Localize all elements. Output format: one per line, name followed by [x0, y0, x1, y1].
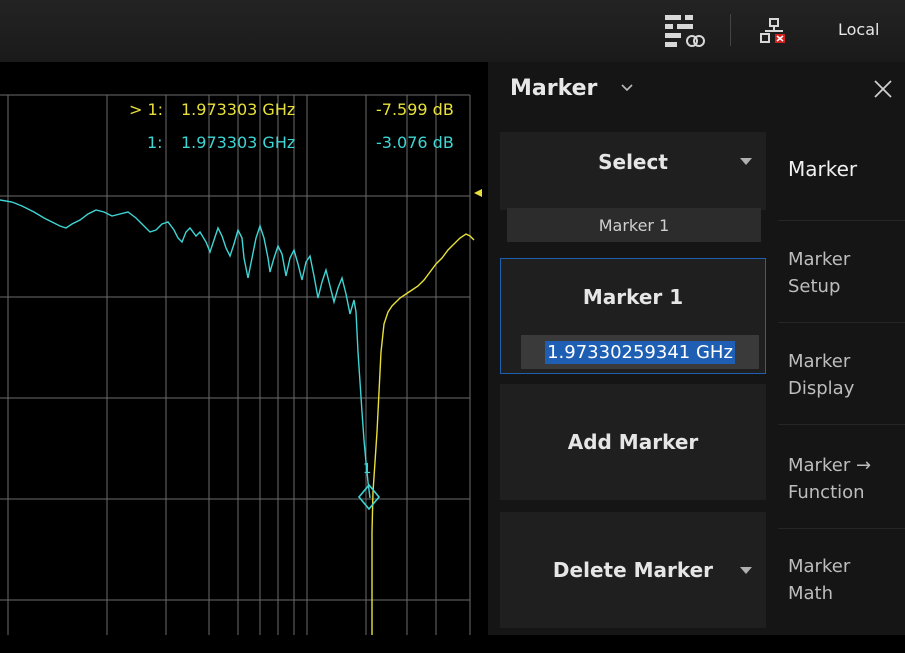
caret-down-icon	[740, 158, 752, 165]
marker-frequency-value[interactable]: 1.97330259341 GHz	[545, 340, 735, 364]
softkey-label: Marker	[788, 157, 858, 181]
add-marker-label: Add Marker	[567, 430, 699, 454]
marker-readout-row-2: 1: 1.973303 GHz -3.076 dB	[147, 133, 454, 152]
readout-prefix: 1:	[147, 133, 163, 152]
topbar-divider	[730, 14, 731, 46]
softkey-divider	[778, 322, 905, 323]
network-disconnected-icon[interactable]	[760, 18, 788, 48]
panel-title[interactable]: Marker	[510, 76, 597, 101]
close-icon[interactable]	[872, 78, 894, 100]
softkey-label-line2: Setup	[788, 276, 841, 297]
delete-marker-button[interactable]: Delete Marker	[500, 512, 766, 628]
softkey-label-line1: Marker	[788, 556, 851, 577]
chevron-down-icon[interactable]	[620, 80, 634, 94]
softkey-label-line2: Math	[788, 583, 834, 604]
yellow-trace	[371, 233, 475, 635]
marker-number-label: 1	[363, 462, 372, 477]
cyan-trace	[0, 199, 371, 499]
readout-frequency: 1.973303 GHz	[181, 133, 296, 152]
readout-value: -7.599 dB	[376, 100, 454, 119]
softkey-marker-display[interactable]: Marker Display	[778, 348, 905, 448]
readout-frequency: 1.973303 GHz	[181, 100, 296, 119]
softkey-column: Marker Marker Setup Marker Display Marke…	[778, 132, 905, 635]
select-marker-button[interactable]: Select	[500, 132, 766, 210]
softkey-label-line2: Display	[788, 378, 855, 399]
softkey-label-line1: Marker	[788, 351, 851, 372]
marker-1-frequency-control[interactable]: Marker 1 1.97330259341 GHz	[500, 258, 766, 374]
softkey-divider	[778, 528, 905, 529]
top-status-bar: Local	[0, 0, 905, 62]
delete-marker-label: Delete Marker	[552, 558, 714, 582]
softkey-label-line1: Marker	[788, 249, 851, 270]
readout-prefix: > 1:	[129, 100, 164, 119]
marker-1-title: Marker 1	[582, 285, 684, 309]
display-layout-icon[interactable]	[664, 14, 706, 52]
softkey-marker-math[interactable]: Marker Math	[778, 553, 905, 653]
softkey-marker[interactable]: Marker	[778, 132, 905, 232]
softkey-marker-function[interactable]: Marker → Function	[778, 452, 905, 552]
add-marker-button[interactable]: Add Marker	[500, 384, 766, 500]
softkey-divider	[778, 424, 905, 425]
softkey-label-line1: Marker →	[788, 455, 872, 476]
marker-frequency-input[interactable]: 1.97330259341 GHz	[521, 335, 759, 369]
reference-level-arrow	[474, 189, 482, 197]
local-label: Local	[838, 20, 880, 39]
selected-marker-value[interactable]: Marker 1	[507, 208, 761, 242]
readout-value: -3.076 dB	[376, 133, 454, 152]
softkey-marker-setup[interactable]: Marker Setup	[778, 246, 905, 346]
marker-readout-row-1: > 1: 1.973303 GHz -7.599 dB	[129, 100, 454, 119]
softkey-label-line2: Function	[788, 482, 865, 503]
caret-down-icon	[740, 567, 752, 574]
softkey-divider	[778, 220, 905, 221]
select-label: Select	[598, 150, 668, 174]
trace-display[interactable]: > 1: 1.973303 GHz -7.599 dB 1: 1.973303 …	[0, 62, 488, 635]
marker-panel: Marker Select Marker 1 Marker 1 1.973302…	[488, 62, 905, 635]
